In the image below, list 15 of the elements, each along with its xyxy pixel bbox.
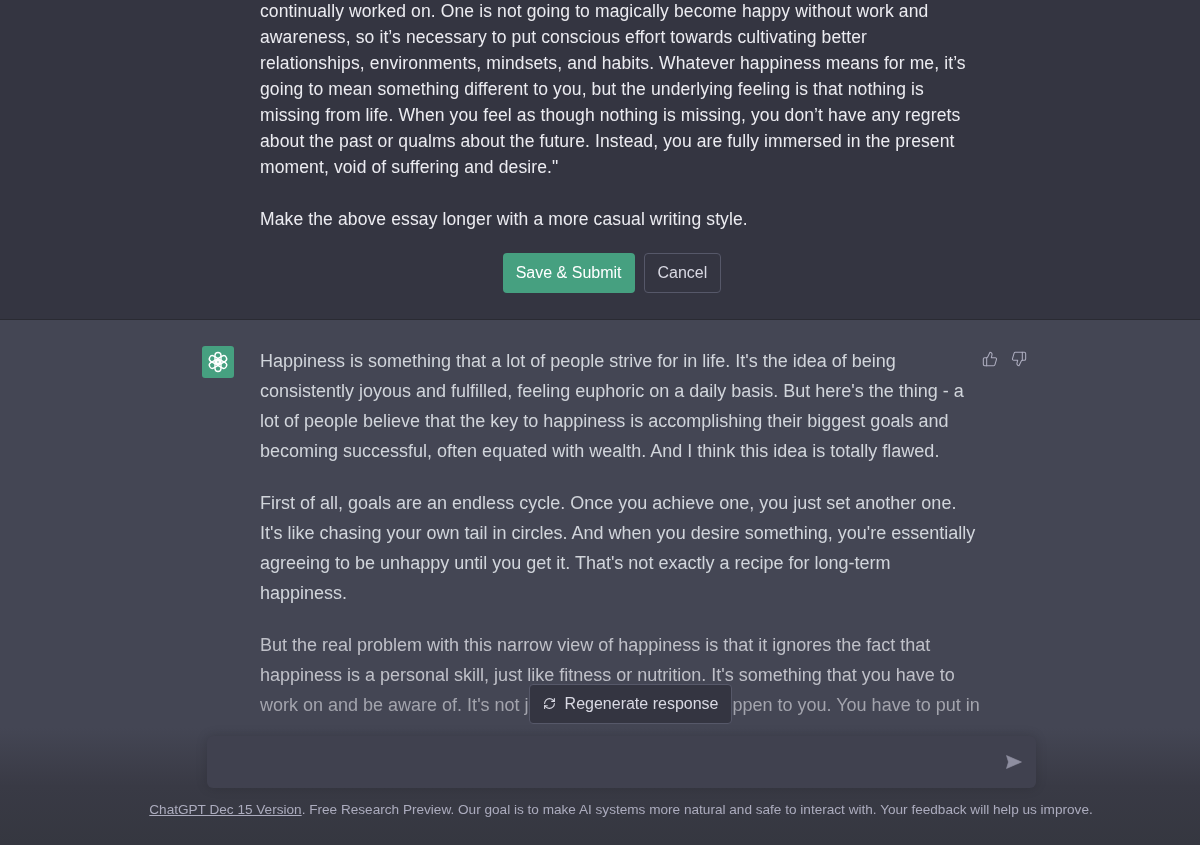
- send-icon[interactable]: [1006, 755, 1022, 769]
- response-paragraph: Happiness is something that a lot of people strive for in life. It's the idea of being consistently joyous and fulfilled, feeling euphoric on a daily basis. But here's the thing - a lot of people believe that the key to happiness is accomplishing their biggest goals and becoming successful, often equated with wealth. And I think this idea is totally flawed.: [260, 350, 965, 463]
- refresh-icon: [542, 697, 556, 710]
- cancel-button[interactable]: Cancel: [643, 253, 722, 293]
- regenerate-button[interactable]: Regenerate response: [528, 683, 733, 724]
- message-input-field[interactable]: [207, 736, 1036, 788]
- logo-icon: [202, 346, 234, 378]
- version-link[interactable]: ChatGPT Dec 15 Version: [149, 802, 302, 817]
- response-paragraph-fragment: work on and be aware of. It's not j: [260, 694, 529, 717]
- thumbs-up-icon[interactable]: [982, 351, 998, 367]
- thumbs-down-icon[interactable]: [1011, 351, 1027, 367]
- response-paragraph-fragment: ppen to you. You have to put in: [732, 694, 980, 717]
- response-paragraph: First of all, goals are an endless cycle. Once you achieve one, you just set another one. It's like chasing your own tail in circles. And when you desire something, you're essentially agreeing to be unhappy until you get it. That's not exactly a recipe for long-term happiness.: [260, 492, 976, 605]
- footer-disclaimer: ChatGPT Dec 15 Version. Free Research Preview. Our goal is to make AI systems more natural and safe to interact with. Your feedback will help us improve.: [149, 802, 1093, 818]
- message-edit-field[interactable]: continually worked on. One is not going to magically become happy without work and awareness, so it’s necessary to put conscious effort towards cultivating better relationships, environments, mindsets, and habits. Whatever happiness means for me, it’s going to mean something different to you, but the underlying feeling is that nothing is missing from life. When you feel as though nothing is missing, you don’t have any regrets about the past or qualms about the future. Instead, you are fully immersed in the present moment, void of suffering and desire." Make the above essay longer with a more casual writing style.: [260, 0, 968, 232]
